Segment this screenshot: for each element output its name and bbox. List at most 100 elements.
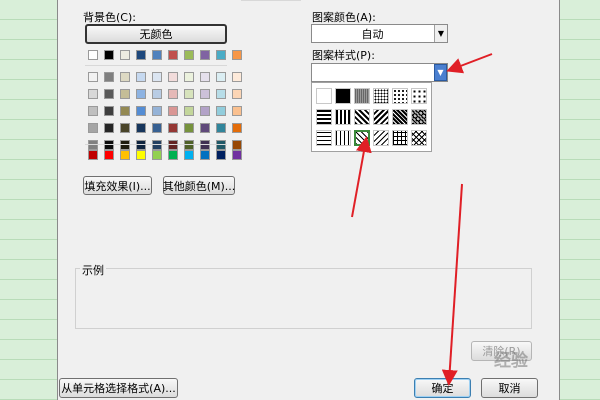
color-swatch[interactable] [200,150,210,160]
color-swatch[interactable] [200,50,210,60]
color-swatch[interactable] [104,72,114,82]
color-swatch[interactable] [232,150,242,160]
ok-button[interactable]: 确定 [414,378,471,398]
color-swatch[interactable] [88,123,98,133]
color-swatch[interactable] [120,50,130,60]
color-swatch[interactable] [136,89,146,99]
pattern-option[interactable] [316,88,332,104]
pattern-option[interactable] [392,130,408,146]
color-swatch[interactable] [184,150,194,160]
color-swatch[interactable] [152,140,162,150]
color-swatch[interactable] [136,72,146,82]
color-swatch[interactable] [216,150,226,160]
color-swatch[interactable] [120,150,130,160]
color-swatch[interactable] [216,123,226,133]
pattern-option[interactable] [354,109,370,125]
color-swatch[interactable] [184,106,194,116]
color-swatch[interactable] [216,106,226,116]
pattern-option[interactable] [335,109,351,125]
color-swatch[interactable] [136,123,146,133]
color-swatch[interactable] [88,72,98,82]
color-swatch[interactable] [104,123,114,133]
color-swatch[interactable] [184,72,194,82]
color-swatch[interactable] [88,89,98,99]
color-swatch[interactable] [168,140,178,150]
color-swatch[interactable] [200,123,210,133]
color-swatch[interactable] [104,106,114,116]
pattern-option[interactable] [335,130,351,146]
color-swatch[interactable] [184,89,194,99]
color-swatch[interactable] [168,123,178,133]
pattern-option[interactable] [411,130,427,146]
pattern-option[interactable] [392,109,408,125]
pattern-option[interactable] [373,130,389,146]
color-swatch[interactable] [136,106,146,116]
color-swatch[interactable] [104,140,114,150]
chevron-down-icon[interactable]: ▼ [434,25,447,42]
color-swatch[interactable] [152,50,162,60]
no-color-button[interactable]: 无颜色 [85,24,227,44]
choose-format-from-cell-button[interactable]: 从单元格选择格式(A)... [59,378,178,398]
color-swatch[interactable] [136,140,146,150]
color-swatch[interactable] [152,89,162,99]
color-swatch[interactable] [232,140,242,150]
color-swatch[interactable] [216,140,226,150]
color-swatch[interactable] [152,123,162,133]
color-swatch[interactable] [200,140,210,150]
pattern-color-select[interactable]: 自动 ▼ [311,24,448,43]
color-swatch[interactable] [168,50,178,60]
color-swatch[interactable] [232,106,242,116]
color-swatch[interactable] [232,123,242,133]
pattern-option[interactable] [354,130,370,146]
color-swatch[interactable] [120,106,130,116]
pattern-option[interactable] [411,88,427,104]
color-swatch[interactable] [104,150,114,160]
color-swatch[interactable] [88,150,98,160]
pattern-option[interactable] [373,88,389,104]
pattern-option[interactable] [373,109,389,125]
color-swatch[interactable] [88,50,98,60]
fill-effects-button[interactable]: 填充效果(I)... [83,176,152,195]
pattern-option[interactable] [316,130,332,146]
color-swatch[interactable] [120,72,130,82]
color-swatch[interactable] [232,89,242,99]
pattern-color-label: 图案颜色(A): [312,11,376,24]
pattern-option[interactable] [316,109,332,125]
color-swatch[interactable] [168,89,178,99]
color-swatch[interactable] [136,150,146,160]
color-swatch[interactable] [152,106,162,116]
color-swatch[interactable] [88,106,98,116]
color-swatch[interactable] [152,72,162,82]
color-swatch[interactable] [104,50,114,60]
color-swatch[interactable] [184,140,194,150]
pattern-option[interactable] [354,88,370,104]
color-swatch[interactable] [168,106,178,116]
color-swatch[interactable] [184,50,194,60]
pattern-option[interactable] [335,88,351,104]
color-swatch[interactable] [88,140,98,150]
color-swatch[interactable] [168,72,178,82]
color-swatch[interactable] [200,106,210,116]
pattern-option[interactable] [411,109,427,125]
color-swatch[interactable] [120,89,130,99]
pattern-style-select[interactable]: ▼ [311,63,448,82]
color-swatch[interactable] [120,140,130,150]
color-swatch[interactable] [216,50,226,60]
chevron-down-icon[interactable]: ▼ [434,64,447,81]
color-swatch[interactable] [232,72,242,82]
cancel-button[interactable]: 取消 [481,378,538,398]
color-swatch[interactable] [120,123,130,133]
color-swatch[interactable] [168,150,178,160]
color-swatch[interactable] [200,72,210,82]
color-swatch[interactable] [216,89,226,99]
pattern-option[interactable] [392,88,408,104]
color-swatch[interactable] [152,150,162,160]
more-colors-button[interactable]: 其他颜色(M)... [163,176,235,195]
color-swatch[interactable] [184,123,194,133]
color-swatch[interactable] [136,50,146,60]
color-swatch[interactable] [200,89,210,99]
watermark-text: 经验 [494,351,528,371]
color-swatch[interactable] [104,89,114,99]
color-swatch[interactable] [232,50,242,60]
color-swatch[interactable] [216,72,226,82]
